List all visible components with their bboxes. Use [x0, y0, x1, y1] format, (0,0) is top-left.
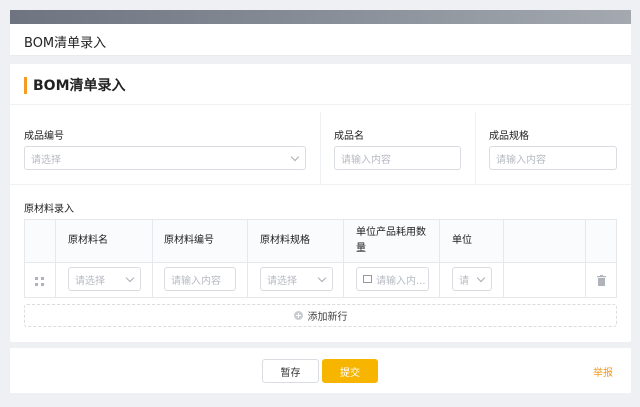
- product-name-input[interactable]: 请输入内容: [334, 146, 461, 170]
- column-header-material-spec: 原材料规格: [260, 235, 310, 246]
- drag-handle-icon[interactable]: [35, 277, 45, 287]
- column-header-usage: 单位产品耗用数: [356, 227, 426, 238]
- column-header-material-code: 原材料编号: [164, 235, 214, 246]
- product-spec-input[interactable]: 请输入内容: [489, 146, 617, 170]
- product-code-placeholder: 请选择: [31, 154, 61, 166]
- table-header: [25, 220, 616, 263]
- materials-label: 原材料录入: [24, 204, 74, 215]
- accent-bar: [24, 76, 27, 94]
- image-icon: [363, 275, 372, 283]
- column-header-usage-cont: 量: [356, 243, 366, 254]
- footer-bar: 暂存 提交 举报: [10, 348, 631, 393]
- material-name-select[interactable]: 请选择: [68, 267, 141, 291]
- divider: [10, 184, 631, 185]
- col-divider: [247, 220, 248, 297]
- product-spec-placeholder: 请输入内容: [496, 154, 546, 166]
- material-name-placeholder: 请选择: [75, 275, 105, 287]
- column-header-material-name: 原材料名: [68, 235, 108, 246]
- section-title-text: BOM清单录入: [33, 78, 126, 94]
- bom-form-card: BOM清单录入 成品编号 请选择 成品名 请输入内容 成品规格 请输入内容 原材…: [10, 64, 631, 342]
- material-code-input[interactable]: 请输入内容: [164, 267, 236, 291]
- col-divider: [503, 220, 504, 297]
- col-divider: [585, 220, 586, 297]
- material-spec-placeholder: 请选择: [267, 275, 297, 287]
- product-code-label: 成品编号: [24, 131, 64, 142]
- material-spec-select[interactable]: 请选择: [260, 267, 333, 291]
- column-divider: [320, 112, 321, 184]
- section-title: BOM清单录入: [24, 76, 126, 94]
- chevron-down-icon: [290, 152, 300, 162]
- divider: [10, 104, 631, 105]
- trash-icon[interactable]: [597, 275, 606, 286]
- col-divider: [152, 220, 153, 297]
- page-title: BOM清单录入: [24, 36, 107, 51]
- top-banner: [10, 10, 631, 24]
- column-divider: [475, 112, 476, 184]
- column-header-unit: 单位: [452, 235, 472, 246]
- unit-placeholder: 请: [459, 275, 469, 287]
- product-name-label: 成品名: [334, 131, 364, 142]
- materials-table: 原材料名 原材料编号 原材料规格 单位产品耗用数 量 单位 请选择 请输入内容 …: [24, 219, 617, 298]
- save-draft-button[interactable]: 暂存: [262, 359, 319, 383]
- material-code-placeholder: 请输入内容: [171, 275, 221, 287]
- usage-placeholder: 请输入内...: [376, 275, 426, 287]
- add-row-button[interactable]: 添加新行: [24, 304, 617, 327]
- report-link[interactable]: 举报: [593, 364, 613, 379]
- chevron-down-icon: [476, 273, 486, 283]
- product-spec-label: 成品规格: [489, 131, 529, 142]
- chevron-down-icon: [125, 273, 135, 283]
- page-header: BOM清单录入: [10, 24, 631, 56]
- product-code-select[interactable]: 请选择: [24, 146, 306, 170]
- col-divider: [343, 220, 344, 297]
- add-row-label: 添加新行: [307, 312, 348, 323]
- col-divider: [55, 220, 56, 297]
- unit-select[interactable]: 请: [452, 267, 492, 291]
- plus-circle-icon: [293, 311, 303, 320]
- product-name-placeholder: 请输入内容: [341, 154, 391, 166]
- chevron-down-icon: [317, 273, 327, 283]
- submit-button[interactable]: 提交: [322, 359, 378, 383]
- col-divider: [439, 220, 440, 297]
- usage-input[interactable]: 请输入内...: [356, 267, 429, 291]
